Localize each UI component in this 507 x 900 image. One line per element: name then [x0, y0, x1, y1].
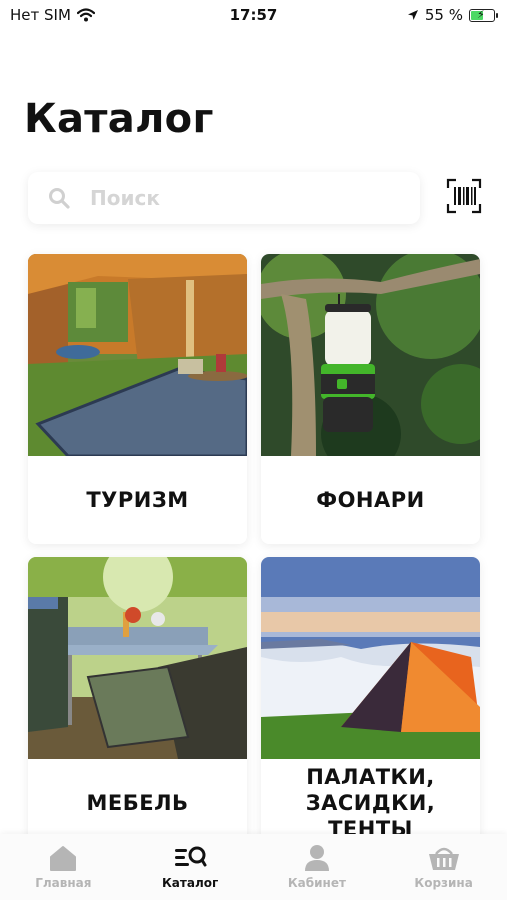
category-card-flashlights[interactable]: ФОНАРИ: [261, 254, 480, 544]
flashlights-photo: [261, 254, 480, 456]
battery-percent: 55 %: [424, 6, 463, 24]
tab-label: Кабинет: [287, 876, 346, 890]
tents-photo: [261, 557, 480, 759]
tab-catalog[interactable]: Каталог: [127, 834, 254, 900]
battery-icon: ⚡: [469, 7, 498, 22]
tab-bar: Главная Каталог Кабинет Корзина: [0, 834, 507, 900]
tab-label: Главная: [35, 876, 92, 890]
home-icon: [50, 846, 77, 871]
search-bar[interactable]: [28, 172, 420, 224]
tab-cabinet[interactable]: Кабинет: [254, 834, 381, 900]
status-right: 55 % ⚡: [407, 6, 498, 24]
location-arrow-icon: [407, 10, 418, 20]
tab-label: Корзина: [414, 876, 473, 890]
page-title: Каталог: [24, 96, 214, 142]
category-card-furniture[interactable]: МЕБЕЛЬ: [28, 557, 247, 847]
status-bar: Нет SIM 17:57 55 % ⚡: [0, 0, 507, 30]
tab-label: Каталог: [161, 876, 219, 890]
category-card-tourism[interactable]: ТУРИЗМ: [28, 254, 247, 544]
search-icon: [48, 187, 70, 209]
barcode-scan-icon[interactable]: [446, 178, 482, 214]
user-icon: [304, 845, 329, 871]
tab-home[interactable]: Главная: [0, 834, 127, 900]
basket-icon: [428, 847, 459, 870]
tab-cart[interactable]: Корзина: [380, 834, 507, 900]
catalog-search-icon: [175, 846, 207, 867]
furniture-photo: [28, 557, 247, 759]
category-label: ТУРИЗМ: [86, 488, 189, 512]
category-label: ФОНАРИ: [316, 488, 425, 512]
search-input[interactable]: [88, 185, 372, 211]
tourism-photo: [28, 254, 247, 456]
category-card-tents[interactable]: ПАЛАТКИ, ЗАСИДКИ, ТЕНТЫ: [261, 557, 480, 847]
charging-bolt-icon: ⚡: [477, 7, 485, 21]
